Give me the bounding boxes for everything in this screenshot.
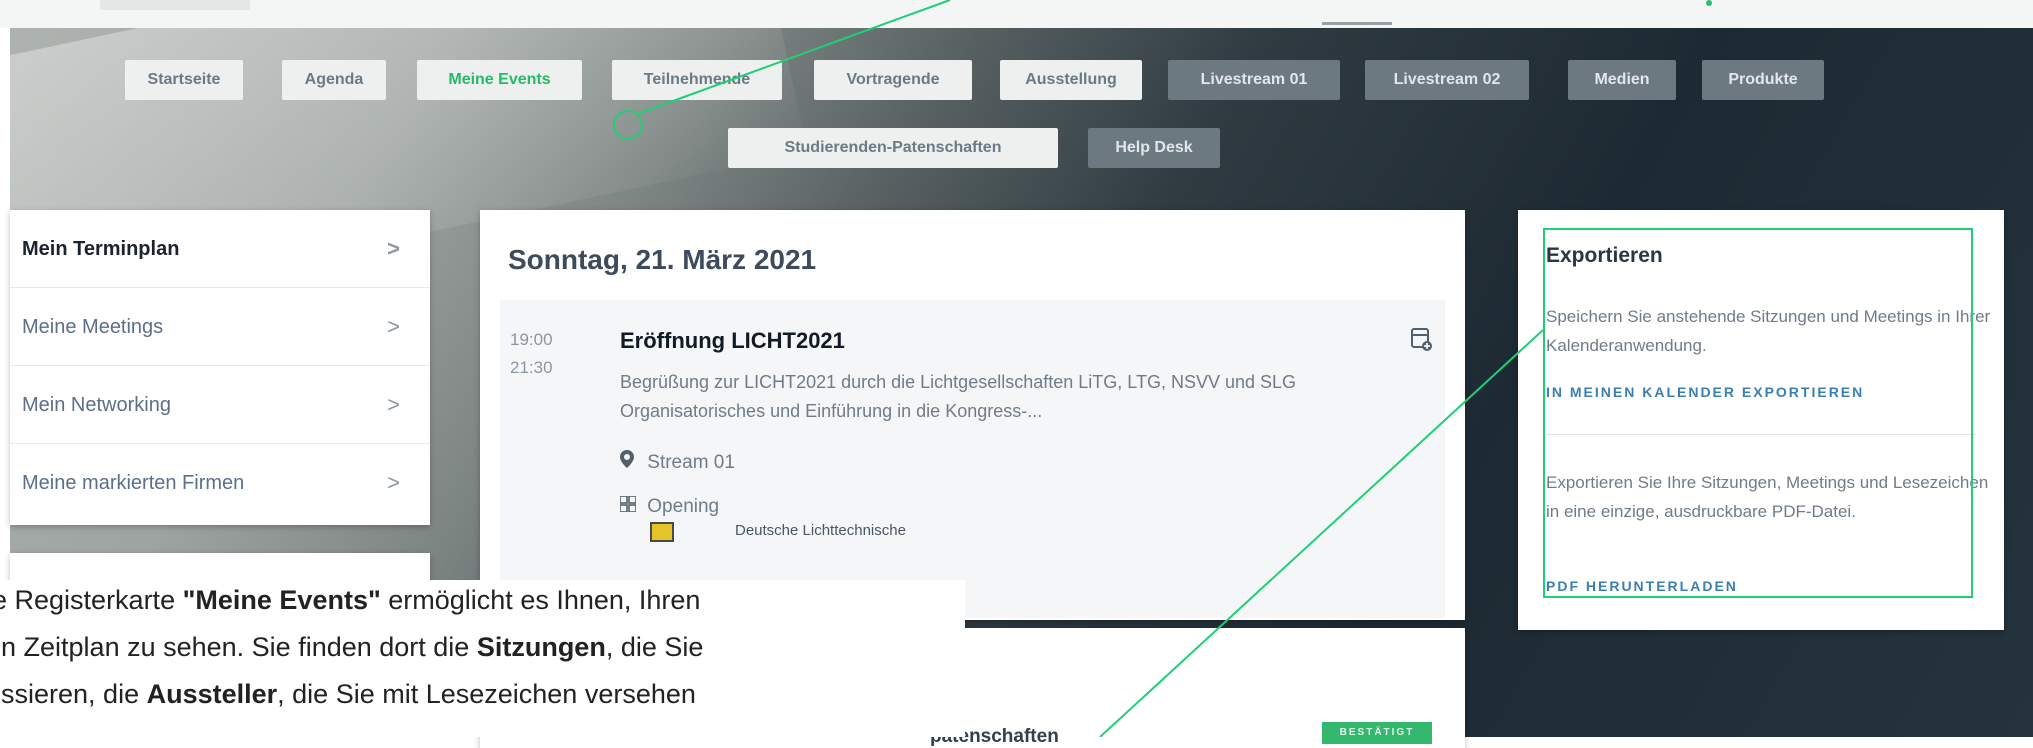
highlight-circle [613,110,643,140]
tab-help-desk[interactable]: Help Desk [1088,128,1220,168]
caption-text: , die Sie [605,632,704,662]
session-end-time: 21:30 [510,358,553,377]
chevron-right-icon: > [387,314,400,339]
chevron-right-icon: > [387,470,400,495]
caption-text: ermöglicht es Ihnen, Ihren [380,585,701,615]
sidebar-item-label: Meine markierten Firmen [22,472,245,494]
tab-teilnehmende[interactable]: Teilnehmende [612,60,782,100]
agenda-date: Sonntag, 21. März 2021 [508,244,817,275]
tab-livestream-02[interactable]: Livestream 02 [1365,60,1529,100]
caption-line-3: essieren, die Aussteller, die Sie mit Le… [0,674,696,714]
caption-line-2: en Zeitplan zu sehen. Sie finden dort di… [0,627,703,667]
location-pin-icon [620,450,642,474]
caption-text: ie Registerkarte [0,585,183,615]
session-location-label: Stream 01 [647,452,735,473]
caption-emphasis: "Meine Events" [182,585,381,615]
sidebar-item-markierte-firmen[interactable]: Meine markierten Firmen > [10,444,430,522]
sidebar-item-label: Mein Terminplan [22,238,180,260]
caption-text: , die Sie mit Lesezeichen versehen [277,679,696,709]
header-indicator [1322,22,1392,25]
session-description: Begrüßung zur LICHT2021 durch die Lichtg… [620,372,1297,421]
tab-vortragende[interactable]: Vortragende [814,60,972,100]
session-type: Opening [619,495,720,518]
tab-livestream-01[interactable]: Livestream 01 [1168,60,1340,100]
session-title[interactable]: Eröffnung LICHT2021 [620,328,845,354]
highlight-box [1543,228,1973,598]
explanation-caption: ie Registerkarte "Meine Events" ermöglic… [0,580,965,737]
tab-agenda[interactable]: Agenda [282,60,386,100]
sidebar-item-networking[interactable]: Mein Networking > [10,366,430,444]
calendar-add-icon[interactable] [1411,326,1433,352]
tab-produkte[interactable]: Produkte [1702,60,1824,100]
session-location: Stream 01 [620,450,735,474]
session-item[interactable]: 19:00 21:30 Eröffnung LICHT2021 Begrüßun… [500,300,1445,618]
sidebar-item-label: Mein Networking [22,394,171,416]
tab-ausstellung[interactable]: Ausstellung [1000,60,1142,100]
caption-text: essieren, die [0,679,147,709]
agenda-card: Sonntag, 21. März 2021 19:00 21:30 Eröff… [480,210,1465,620]
tab-medien[interactable]: Medien [1568,60,1676,100]
caption-text: en Zeitplan zu sehen. Sie finden dort di… [0,632,477,662]
category-grid-icon [619,495,642,518]
chevron-right-icon: > [387,392,400,417]
status-dot [1706,0,1712,6]
side-menu: Mein Terminplan > Meine Meetings > Mein … [10,210,430,525]
sidebar-item-label: Meine Meetings [22,316,164,338]
caption-emphasis: Aussteller [146,679,278,709]
top-strip [0,0,2033,28]
main-navigation: Startseite Agenda Meine Events Teilnehme… [0,60,2033,170]
session-type-label: Opening [647,496,720,517]
status-badge: BESTÄTIGT [1322,722,1432,744]
sidebar-item-meetings[interactable]: Meine Meetings > [10,288,430,366]
tab-startseite[interactable]: Startseite [125,60,243,100]
session-start-time: 19:00 [510,330,553,349]
tab-meine-events[interactable]: Meine Events [417,60,582,100]
chevron-right-icon: > [387,236,400,261]
sidebar-item-terminplan[interactable]: Mein Terminplan > [10,210,430,288]
sponsor-name: Deutsche Lichttechnische [735,522,906,539]
logo-stub [100,0,250,10]
caption-line-1: ie Registerkarte "Meine Events" ermöglic… [0,580,700,620]
tab-studierenden-patenschaften[interactable]: Studierenden-Patenschaften [728,128,1058,168]
caption-emphasis: Sitzungen [476,632,606,662]
sponsor-logo [650,522,674,542]
